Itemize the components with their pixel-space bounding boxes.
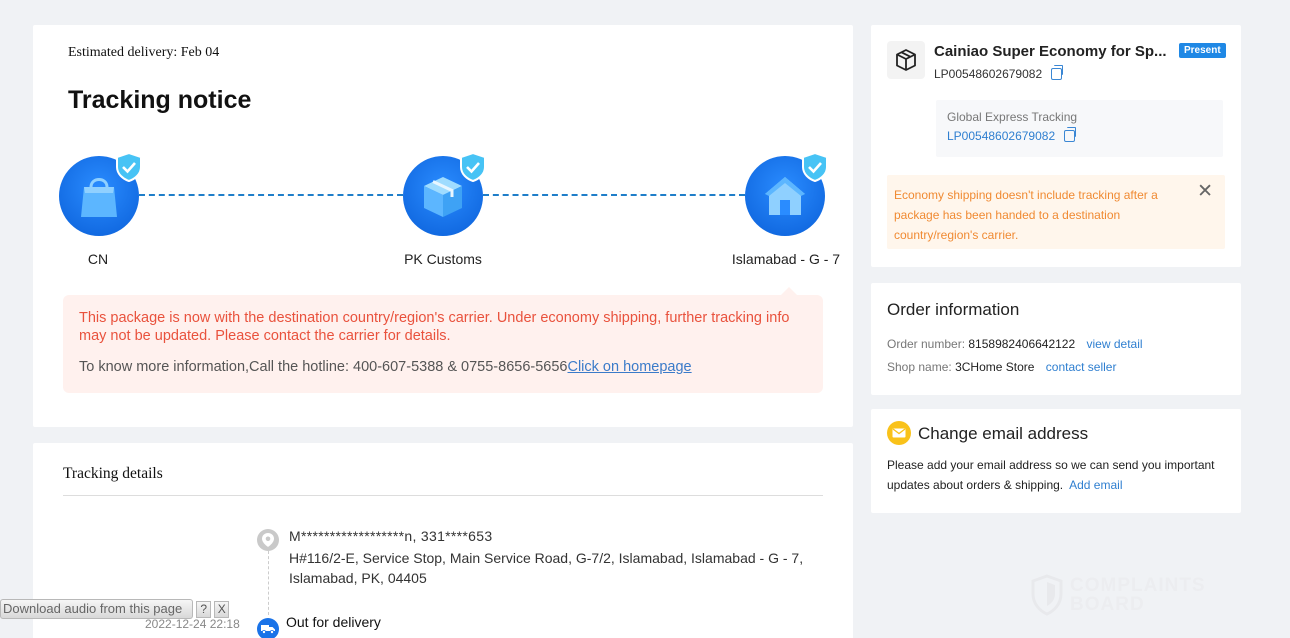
tracking-notice-card: Estimated delivery: Feb 04 Tracking noti… <box>33 25 853 427</box>
hotline-text: To know more information,Call the hotlin… <box>79 359 568 375</box>
step-origin <box>59 152 142 236</box>
order-number-row: Order number: 8158982406642122 view deta… <box>887 337 1143 351</box>
order-info-title: Order information <box>887 300 1020 319</box>
step-label-origin: CN <box>87 251 109 267</box>
download-audio-button[interactable]: Download audio from this page <box>0 599 194 619</box>
present-badge: Present <box>1179 43 1226 58</box>
order-number-label: Order number: <box>887 337 966 351</box>
box-icon <box>887 41 925 79</box>
estimated-delivery: Estimated delivery: Feb 04 <box>68 45 220 60</box>
shipment-progress: CN PK Customs Islamabad - G - 7 <box>33 150 853 300</box>
global-tracking-box: Global Express Tracking LP00548602679082 <box>936 100 1223 157</box>
copy-icon[interactable] <box>1064 127 1077 142</box>
tracking-number: LP00548602679082 <box>934 67 1043 81</box>
delivery-address: H#116/2-E, Service Stop, Main Service Ro… <box>289 550 804 586</box>
event-title: Out for delivery <box>286 614 381 630</box>
step-label-destination: Islamabad - G - 7 <box>731 251 841 267</box>
global-tracking-label: Global Express Tracking <box>947 110 1078 124</box>
shop-name-value: 3CHome Store <box>955 360 1035 374</box>
carrier-alert: This package is now with the destination… <box>63 287 823 393</box>
change-email-text: Please add your email address so we can … <box>887 455 1232 495</box>
shop-name-label: Shop name: <box>887 360 952 374</box>
copy-icon[interactable] <box>1051 65 1064 80</box>
economy-shipping-notice: Economy shipping doesn't include trackin… <box>887 175 1225 249</box>
audio-download-toolbar: Download audio from this page ? X <box>0 598 230 620</box>
mail-icon <box>887 421 911 445</box>
email-description: Please add your email address so we can … <box>887 458 1215 492</box>
homepage-link[interactable]: Click on homepage <box>567 359 691 375</box>
tracking-number-row: LP00548602679082 <box>934 65 1064 81</box>
change-email-title: Change email address <box>918 424 1089 443</box>
alert-warning-text: This package is now with the destination… <box>79 310 790 344</box>
recipient-name: M******************n, 331****653 <box>289 528 493 544</box>
view-detail-link[interactable]: view detail <box>1087 337 1143 351</box>
truck-icon <box>257 618 279 638</box>
global-tracking-row: LP00548602679082 <box>947 127 1212 143</box>
order-number-value: 8158982406642122 <box>968 337 1076 351</box>
verified-shield-icon <box>460 152 486 182</box>
change-email-card: Change email address Please add your ema… <box>871 409 1241 513</box>
page-title: Tracking notice <box>68 86 252 114</box>
step-label-customs: PK Customs <box>404 251 482 267</box>
carrier-name: Cainiao Super Economy for Sp... <box>934 43 1167 60</box>
add-email-link[interactable]: Add email <box>1069 478 1122 492</box>
verified-shield-icon <box>802 152 828 182</box>
timeline-line <box>268 551 269 615</box>
alert-info-text: To know more information,Call the hotlin… <box>79 359 807 375</box>
step-destination <box>745 152 828 236</box>
progress-connector <box>483 194 745 196</box>
close-icon[interactable]: ✕ <box>1197 182 1213 201</box>
tracking-details-title: Tracking details <box>63 465 163 482</box>
watermark-line-1: COMPLAINTS <box>1070 575 1206 596</box>
shield-icon <box>1031 574 1063 616</box>
watermark: COMPLAINTS BOARD <box>1030 574 1206 616</box>
location-pin-icon <box>257 529 279 551</box>
watermark-line-2: BOARD <box>1070 594 1145 615</box>
shop-name-row: Shop name: 3CHome Store contact seller <box>887 360 1116 374</box>
verified-shield-icon <box>116 152 142 182</box>
watermark-text: COMPLAINTS BOARD <box>1070 576 1206 614</box>
help-button[interactable]: ? <box>196 600 212 618</box>
close-button[interactable]: X <box>214 600 230 618</box>
economy-notice-text: Economy shipping doesn't include trackin… <box>894 188 1158 242</box>
global-tracking-number-link[interactable]: LP00548602679082 <box>947 129 1055 143</box>
contact-seller-link[interactable]: contact seller <box>1046 360 1117 374</box>
order-information-card: Order information Order number: 81589824… <box>871 283 1241 395</box>
divider <box>63 495 823 496</box>
progress-connector <box>139 194 403 196</box>
carrier-card: Cainiao Super Economy for Sp... Present … <box>871 25 1241 267</box>
step-customs <box>403 152 486 236</box>
